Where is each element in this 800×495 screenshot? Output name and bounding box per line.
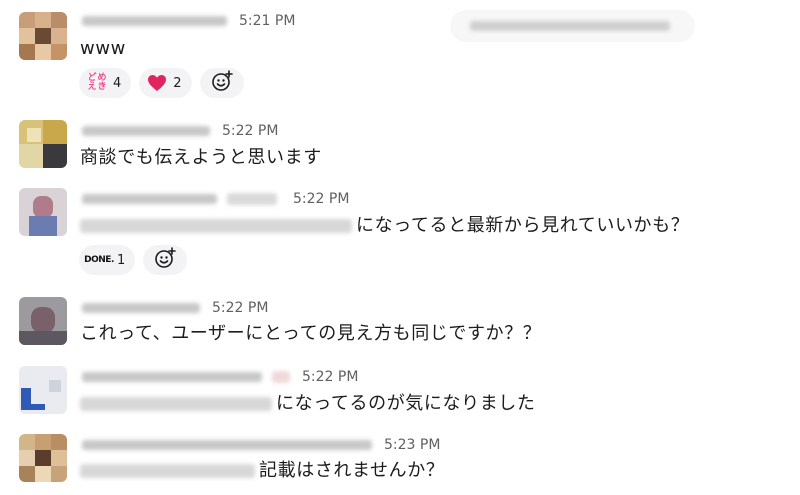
heart-icon <box>146 72 168 94</box>
avatar[interactable] <box>19 297 67 345</box>
sender-status <box>227 193 277 205</box>
message-text: これって、ユーザーにとっての見え方も同じですか？？ <box>80 321 541 347</box>
reaction-count: 4 <box>113 75 122 91</box>
reaction-pill-domeiki[interactable]: ど め え き 4 <box>79 68 132 98</box>
channel-header-label <box>470 21 670 31</box>
sender-name[interactable] <box>82 194 217 204</box>
add-reaction-icon <box>154 247 177 273</box>
sender-name[interactable] <box>82 440 372 450</box>
reaction-pill-done[interactable]: DONE. 1 <box>79 245 136 275</box>
add-reaction-button[interactable] <box>143 245 188 275</box>
domeiki-char: え <box>87 82 97 92</box>
message-text: 記載はされませんか？ <box>80 458 444 484</box>
redacted-text <box>80 219 352 233</box>
timestamp[interactable]: 5:22 PM <box>302 369 358 385</box>
avatar[interactable] <box>19 434 67 482</box>
sender-status <box>272 371 290 383</box>
message-text-content: www <box>80 38 126 59</box>
message-meta: 5:22 PM <box>82 366 358 388</box>
timestamp[interactable]: 5:23 PM <box>384 437 440 453</box>
avatar[interactable] <box>19 120 67 168</box>
reaction-bar: ど め え き 4 2 <box>79 68 244 98</box>
domeiki-char: き <box>97 82 107 92</box>
timestamp[interactable]: 5:22 PM <box>222 123 278 139</box>
channel-header[interactable] <box>450 10 695 42</box>
timestamp[interactable]: 5:22 PM <box>293 191 349 207</box>
message-text-content: になってると最新から見れていいかも？ <box>356 215 690 236</box>
avatar[interactable] <box>19 12 67 60</box>
message-meta: 5:22 PM <box>82 297 268 319</box>
done-icon: DONE. <box>84 249 114 271</box>
message-text-content: 記載はされませんか？ <box>259 460 445 481</box>
message-meta: 5:23 PM <box>82 434 440 456</box>
reaction-pill-heart[interactable]: 2 <box>139 68 192 98</box>
avatar[interactable] <box>19 366 67 414</box>
reaction-count: 2 <box>173 75 182 91</box>
message-text-content: になってるのが気になりました <box>276 393 536 414</box>
message-text-content: 商談でも伝えようと思います <box>80 147 322 168</box>
done-label: DONE. <box>84 255 114 265</box>
timestamp[interactable]: 5:21 PM <box>239 13 295 29</box>
message-text: 商談でも伝えようと思います <box>80 145 322 171</box>
message-meta: 5:22 PM <box>82 120 278 142</box>
reaction-bar: DONE. 1 <box>79 245 188 275</box>
timestamp[interactable]: 5:22 PM <box>212 300 268 316</box>
add-reaction-icon <box>211 70 233 96</box>
message-text: になってるのが気になりました <box>80 391 536 417</box>
message-meta: 5:22 PM <box>82 188 349 210</box>
sender-name[interactable] <box>82 16 227 26</box>
reaction-count: 1 <box>117 252 126 268</box>
message-text: になってると最新から見れていいかも？ <box>80 213 689 239</box>
domeiki-icon: ど め え き <box>86 72 108 94</box>
add-reaction-button[interactable] <box>199 68 244 98</box>
sender-name[interactable] <box>82 303 200 313</box>
message-meta: 5:21 PM <box>82 10 295 32</box>
sender-name[interactable] <box>82 372 262 382</box>
sender-name[interactable] <box>82 126 210 136</box>
message-text: www <box>80 36 126 62</box>
avatar[interactable] <box>19 188 67 236</box>
redacted-text <box>80 397 272 411</box>
redacted-text <box>80 464 255 478</box>
message-text-content: これって、ユーザーにとっての見え方も同じですか？？ <box>80 323 542 344</box>
